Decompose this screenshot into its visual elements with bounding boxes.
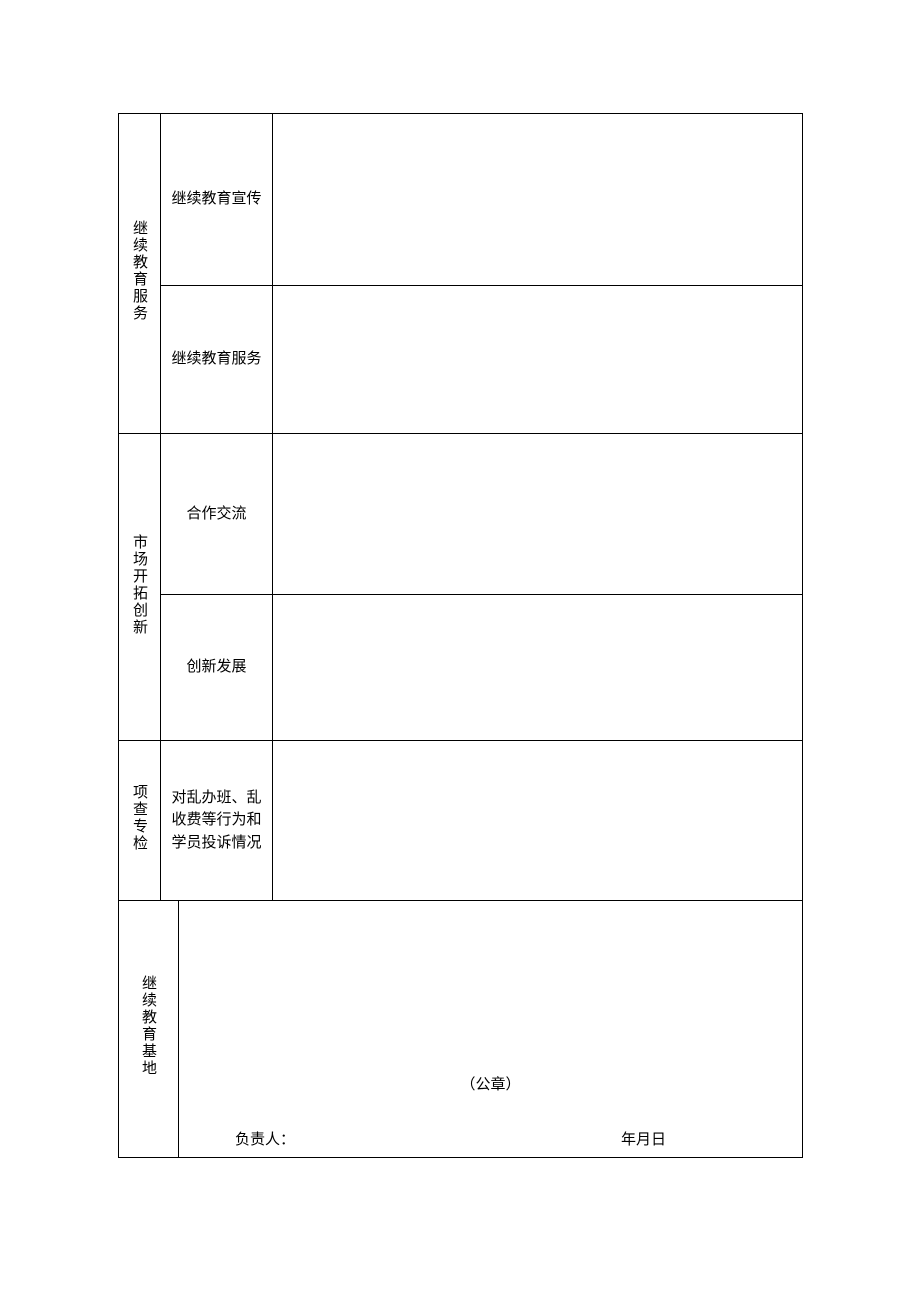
sub-cell-service: 继续教育服务	[161, 286, 273, 434]
content-cell	[273, 114, 803, 286]
content-cell	[273, 595, 803, 741]
sub-label: 对乱办班、乱收费等行为和学员投诉情况	[165, 787, 268, 855]
category-label: 继续教育服务	[129, 220, 150, 322]
category-label: 市场开拓创新	[129, 534, 150, 636]
sub-label: 继续教育服务	[165, 348, 268, 371]
sub-label: 继续教育宣传	[165, 188, 268, 211]
signature-table: 继续教育基地 （公章） 负责人： 年月日	[118, 901, 803, 1158]
category-cell-education-base: 继续教育基地	[119, 901, 179, 1157]
sub-cell-cooperation: 合作交流	[161, 434, 273, 595]
category-cell-continuing-education-service: 继续教育服务	[119, 114, 161, 434]
form-table: 继续教育服务 继续教育宣传 继续教育服务 市场开拓创新 合作交流	[118, 113, 803, 901]
seal-label: （公章）	[195, 1073, 786, 1094]
date-label: 年月日	[621, 1128, 666, 1149]
content-cell	[273, 434, 803, 595]
category-label: 项查专检	[129, 784, 150, 852]
category-cell-market-innovation: 市场开拓创新	[119, 434, 161, 741]
sub-cell-publicity: 继续教育宣传	[161, 114, 273, 286]
person-label: 负责人：	[235, 1128, 295, 1149]
category-label: 继续教育基地	[138, 975, 159, 1077]
sub-label: 合作交流	[165, 503, 268, 526]
category-cell-special-inspection: 项查专检	[119, 741, 161, 901]
sub-label: 创新发展	[165, 656, 268, 679]
signature-cell: （公章） 负责人： 年月日	[179, 901, 803, 1157]
sub-cell-complaints: 对乱办班、乱收费等行为和学员投诉情况	[161, 741, 273, 901]
content-cell	[273, 741, 803, 901]
content-cell	[273, 286, 803, 434]
sub-cell-innovation: 创新发展	[161, 595, 273, 741]
